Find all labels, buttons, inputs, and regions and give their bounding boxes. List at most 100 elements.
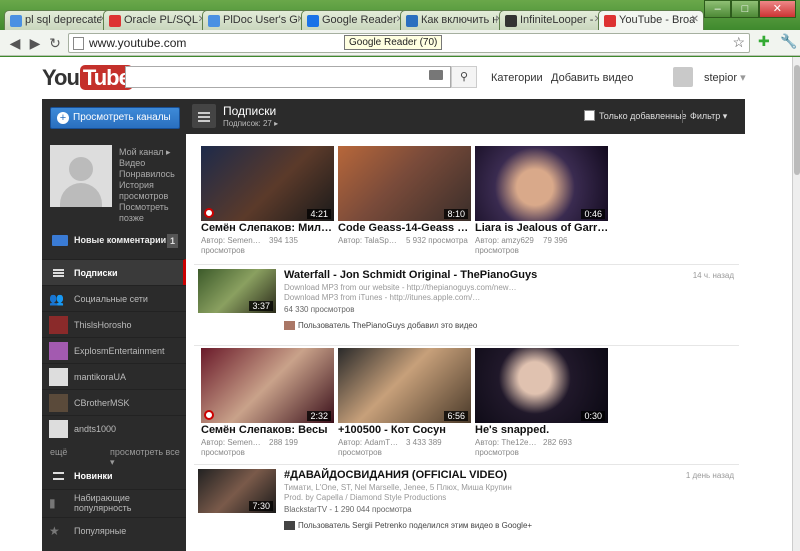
video-thumbnail[interactable]: 0:30 xyxy=(475,348,608,423)
search-button[interactable]: ⚲ xyxy=(451,66,477,88)
close-window-button[interactable]: ✕ xyxy=(758,0,796,18)
video-thumbnail[interactable]: 7:30 xyxy=(198,469,276,513)
video-author[interactable]: Автор: AdamT… xyxy=(338,438,398,447)
user-avatar-mini[interactable] xyxy=(284,521,295,530)
sidebar-item-new[interactable]: Новинки xyxy=(42,465,186,487)
bookmark-star-icon[interactable]: ☆ xyxy=(732,34,745,51)
my-channel-link[interactable]: Мой канал ▸ xyxy=(119,147,183,158)
channel-avatar xyxy=(49,394,68,412)
list-icon xyxy=(192,104,216,128)
video-views: BlackstarTV - 1 290 044 просмотра xyxy=(284,505,412,514)
sidebar-item-popular[interactable]: ★ Популярные xyxy=(42,517,186,543)
liked-link[interactable]: Понравилось xyxy=(119,169,183,180)
search-input[interactable] xyxy=(125,66,451,88)
page-icon xyxy=(73,37,84,50)
sidebar-item-channel[interactable]: ExplosmEntertainment xyxy=(42,337,186,363)
video-thumbnail[interactable]: 8:10 xyxy=(338,146,471,221)
video-thumbnail[interactable]: 0:46 xyxy=(475,146,608,221)
sidebar-item-label: Подписки xyxy=(74,268,118,278)
tab-pldoc[interactable]: PlDoc User's Gui✕ xyxy=(202,10,310,30)
maximize-button[interactable]: □ xyxy=(731,0,759,18)
video-title[interactable]: Waterfall - Jon Schmidt Original - ThePi… xyxy=(284,269,537,281)
tab-oracle[interactable]: Oracle PL/SQL W✕ xyxy=(103,10,211,30)
activity-line: Пользователь Sergii Petrenko поделился э… xyxy=(284,521,532,530)
video-author[interactable]: Автор: amzy629 xyxy=(475,236,534,245)
videos-link[interactable]: Видео xyxy=(119,158,183,169)
divider xyxy=(682,110,683,123)
watch-later-icon[interactable] xyxy=(204,410,214,420)
video-title[interactable]: +100500 - Кот Сосун xyxy=(338,424,471,436)
wrench-icon[interactable]: 🔧 xyxy=(780,33,797,49)
user-avatar[interactable] xyxy=(673,67,693,87)
video-author[interactable]: Автор: Semen… xyxy=(201,438,261,447)
sidebar-item-label: CBrotherMSK xyxy=(74,398,130,408)
channel-avatar xyxy=(49,342,68,360)
sidebar-item-channel[interactable]: mantikoraUA xyxy=(42,363,186,389)
video-wide-item[interactable]: 7:30 #ДАВАЙДОСВИДАНИЯ (OFFICIAL VIDEO) 1… xyxy=(198,469,738,545)
video-wide-item[interactable]: 3:37 Waterfall - Jon Schmidt Original - … xyxy=(198,269,738,341)
video-duration: 3:37 xyxy=(249,301,273,311)
user-avatar-mini[interactable] xyxy=(284,321,295,330)
video-age: 1 день назад xyxy=(685,471,734,480)
watch-later-icon[interactable] xyxy=(204,208,214,218)
tab-title: Oracle PL/SQL W xyxy=(124,14,200,26)
video-title[interactable]: Code Geass-14-Geass … xyxy=(338,222,471,234)
video-title[interactable]: #ДАВАЙДОСВИДАНИЯ (OFFICIAL VIDEO) xyxy=(284,469,507,481)
page-favicon-icon xyxy=(406,15,418,27)
profile-avatar[interactable] xyxy=(50,145,112,207)
divider xyxy=(194,345,739,346)
subscriptions-count-link[interactable]: Подписок: 27 ▸ xyxy=(223,119,278,128)
page-scrollbar[interactable] xyxy=(792,57,800,551)
tab-title: YouTube - Broad xyxy=(619,14,695,26)
tab-pl-sql[interactable]: pl sql deprecated✕ xyxy=(4,10,112,30)
watch-later-link[interactable]: Посмотреть позже xyxy=(119,202,183,224)
youtube-logo[interactable]: You Tube xyxy=(42,65,133,90)
tab-youtube[interactable]: YouTube - Broad ✕ xyxy=(598,10,704,30)
scrollbar-thumb[interactable] xyxy=(794,65,800,175)
video-title[interactable]: Семён Слепаков: Весы xyxy=(201,424,334,436)
new-comments-link[interactable]: Новые комментарии 1 xyxy=(50,233,180,249)
history-link[interactable]: История просмотров xyxy=(119,180,183,202)
views-label: просмотров xyxy=(338,448,382,457)
forward-icon[interactable]: ▶ xyxy=(26,34,44,52)
video-thumbnail[interactable]: 4:21 xyxy=(201,146,334,221)
sidebar-item-subscriptions[interactable]: Подписки xyxy=(42,259,186,285)
sidebar-item-channel[interactable]: andts1000 xyxy=(42,415,186,441)
video-views: 394 135 xyxy=(269,236,298,245)
sidebar-item-channel[interactable]: CBrotherMSK xyxy=(42,389,186,415)
channel-avatar xyxy=(49,368,68,386)
reload-icon[interactable]: ↻ xyxy=(46,34,64,52)
back-icon[interactable]: ◀ xyxy=(6,34,24,52)
video-thumbnail[interactable]: 3:37 xyxy=(198,269,276,313)
minimize-button[interactable]: – xyxy=(704,0,732,18)
feed-header: Подписки Подписок: 27 ▸ Только добавленн… xyxy=(186,99,745,134)
description-line: Download MP3 from iTunes - http://itunes… xyxy=(284,293,481,302)
categories-link[interactable]: Категории xyxy=(491,72,543,84)
close-tab-icon[interactable]: ✕ xyxy=(691,14,699,25)
tab-infinitelooper[interactable]: InfiniteLooper -✕ xyxy=(499,10,607,30)
video-author[interactable]: Автор: TalaSp… xyxy=(338,236,397,245)
video-author[interactable]: Автор: Semen… xyxy=(201,236,261,245)
more-link[interactable]: ещё xyxy=(50,447,67,457)
video-thumbnail[interactable]: 6:56 xyxy=(338,348,471,423)
video-thumbnail[interactable]: 2:32 xyxy=(201,348,334,423)
video-title[interactable]: Liara is Jealous of Garr… xyxy=(475,222,608,234)
sidebar-item-channel[interactable]: ThislsHorosho xyxy=(42,311,186,337)
guide-sidebar: + Просмотреть каналы Мой канал ▸ Видео По… xyxy=(42,99,186,551)
sidebar-item-social[interactable]: 👥 Социальные сети xyxy=(42,285,186,311)
browse-channels-button[interactable]: + Просмотреть каналы xyxy=(50,107,180,129)
tab-kak-vklyuchit[interactable]: Как включить н✕ xyxy=(400,10,508,30)
video-description: Download MP3 from our website - http://t… xyxy=(284,283,544,303)
extension-icon[interactable]: ✚ xyxy=(758,33,774,49)
username-menu[interactable]: stepior ▾ xyxy=(704,71,746,84)
keyboard-icon[interactable] xyxy=(429,70,443,80)
sidebar-item-trending[interactable]: ▮ Набирающие популярность xyxy=(42,489,186,515)
video-author[interactable]: Автор: The12e… xyxy=(475,438,536,447)
tab-google-reader[interactable]: Google Reader✕ xyxy=(301,10,409,30)
video-title[interactable]: He's snapped. xyxy=(475,424,608,436)
filter-dropdown[interactable]: Фильтр ▾ xyxy=(690,111,727,122)
only-added-checkbox[interactable] xyxy=(584,110,595,121)
video-title[interactable]: Семён Слепаков: Мил… xyxy=(201,222,334,234)
video-duration: 0:46 xyxy=(581,209,605,219)
upload-link[interactable]: Добавить видео xyxy=(551,72,633,84)
